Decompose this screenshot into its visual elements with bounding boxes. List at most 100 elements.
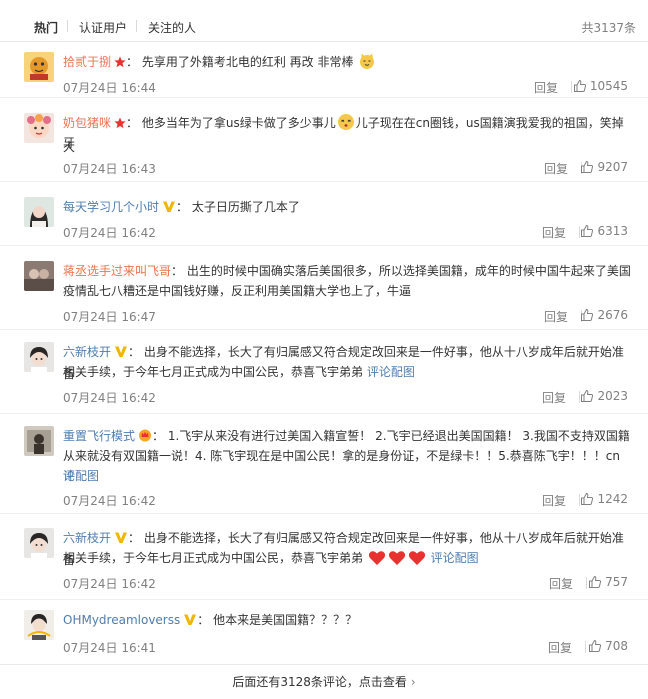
comment-content: 每天学习几个小时 ： 太子日历撕了几本了 — [63, 197, 300, 219]
like-button[interactable]: 9207 — [580, 160, 628, 174]
like-count: 708 — [605, 639, 628, 653]
like-button[interactable]: 757 — [588, 575, 628, 589]
comment-time: 07月24日 16:47 — [63, 310, 156, 324]
comment-item: 拾贰于捌 ： 先享用了外籍考北电的红利 再改 非常棒 07月24日 16:44 回… — [0, 42, 648, 98]
colon: ： — [128, 345, 141, 359]
tab-following[interactable]: 关注的人 — [148, 19, 196, 36]
thumbs-up-icon — [573, 79, 586, 92]
comment-content-continued: 从来就没有双国籍一说！4. 陈飞宇现在是中国公民！拿的是身份证，不是绿卡！！5.… — [63, 446, 631, 486]
comment-text-continued: 牙 — [63, 136, 76, 150]
thumbs-up-icon — [589, 575, 602, 588]
username-link[interactable]: 重置飞行模式 — [63, 429, 135, 443]
like-button[interactable]: 2023 — [580, 389, 628, 403]
username-link[interactable]: 拾贰于捌 — [63, 55, 111, 69]
thumbs-up-icon — [581, 389, 594, 402]
tab-verified-users[interactable]: 认证用户 — [79, 19, 127, 36]
verified-v-icon — [114, 530, 128, 550]
colon: ： — [126, 116, 139, 130]
comment-item: OHMydreamloverss ： 他本来是美国国籍？？？？ 07月24日 16… — [0, 600, 648, 664]
avatar[interactable] — [24, 113, 54, 143]
tab-divider — [67, 20, 68, 32]
colon: ： — [152, 429, 165, 443]
crown-badge-icon — [138, 428, 152, 448]
load-more-comments-button[interactable]: 后面还有3128条评论，点击查看 › — [0, 664, 648, 699]
thumbs-up-icon — [581, 308, 594, 321]
comment-item: 每天学习几个小时 ： 太子日历撕了几本了 07月24日 16:42 回复 6313 — [0, 182, 648, 246]
verified-v-icon — [183, 612, 197, 632]
avatar[interactable] — [24, 52, 54, 82]
verified-v-icon — [162, 199, 176, 219]
thumbs-up-icon — [589, 639, 602, 652]
avatar[interactable] — [24, 610, 54, 640]
username-link[interactable]: 每天学习几个小时 — [63, 200, 159, 214]
comment-time: 07月24日 16:41 — [63, 641, 156, 655]
tab-divider — [136, 20, 137, 32]
comment-content: 重置飞行模式 ： 1.飞宇从来没有进行过美国入籍宣誓！ 2.飞宇已经退出美国国籍！… — [63, 426, 631, 448]
colon: ： — [176, 200, 189, 214]
like-count: 2023 — [597, 389, 628, 403]
avatar[interactable] — [24, 528, 54, 558]
username-link[interactable]: 蒋丞选手过来叫飞哥 — [63, 264, 171, 278]
star-badge-icon — [114, 54, 126, 74]
comment-content: 奶包猪咪： 他多当年为了拿us绿卡做了多少事儿 儿子现在在cn圈钱，us国籍演我爱… — [63, 113, 631, 157]
reply-button[interactable]: 回复 — [542, 224, 566, 241]
thumbs-up-icon — [581, 224, 594, 237]
like-button[interactable]: 2676 — [580, 308, 628, 322]
avatar[interactable] — [24, 261, 54, 291]
comment-item: 六新枝开： 出身不能选择，长大了有归属感又符合规定改回来是一件好事，他从十八岁成… — [0, 514, 648, 600]
username-link[interactable]: 六新枝开 — [63, 345, 111, 359]
like-button[interactable]: 1242 — [580, 492, 628, 506]
like-button[interactable]: 6313 — [580, 224, 628, 238]
like-button[interactable]: 10545 — [573, 79, 628, 93]
comment-text: 太子日历撕了几本了 — [191, 200, 300, 214]
comment-time: 07月24日 16:42 — [63, 391, 156, 405]
chevron-right-icon: › — [410, 675, 416, 689]
heart-icon — [408, 550, 426, 572]
username-link[interactable]: OHMydreamloverss — [63, 613, 180, 627]
reply-button[interactable]: 回复 — [548, 639, 572, 656]
load-more-label: 后面还有3128条评论，点击查看 — [232, 675, 407, 689]
like-count: 757 — [605, 575, 628, 589]
reply-button[interactable]: 回复 — [549, 575, 573, 592]
cat-face-emoji-icon — [358, 52, 376, 76]
reply-button[interactable]: 回复 — [544, 160, 568, 177]
like-count: 6313 — [597, 224, 628, 238]
comment-image-link[interactable]: 评论配图 — [367, 365, 415, 379]
comment-item: 奶包猪咪： 他多当年为了拿us绿卡做了多少事儿 儿子现在在cn圈钱，us国籍演我爱… — [0, 98, 648, 182]
comment-image-link[interactable]: 评论配图 — [431, 551, 479, 565]
like-count: 2676 — [597, 308, 628, 322]
comment-time: 07月24日 16:43 — [63, 162, 156, 176]
action-divider — [585, 641, 586, 653]
comment-item: 蒋丞选手过来叫飞哥： 出生的时候中国确实落后美国很多，所以选择美国籍，成年的时候… — [0, 246, 648, 330]
like-count: 1242 — [597, 492, 628, 506]
avatar[interactable] — [24, 342, 54, 372]
avatar[interactable] — [24, 197, 54, 227]
colon: ： — [171, 264, 184, 278]
reply-button[interactable]: 回复 — [542, 492, 566, 509]
reply-button[interactable]: 回复 — [544, 308, 568, 325]
reply-button[interactable]: 回复 — [534, 79, 558, 96]
comment-time: 07月24日 16:42 — [63, 494, 156, 508]
star-badge-icon — [114, 115, 126, 135]
comment-text-continued: 疫情乱七八糟还是中国钱好赚，反正利用美国籍大学也上了，牛逼 — [63, 284, 412, 298]
comment-time: 07月24日 16:42 — [63, 226, 156, 240]
heart-icon — [368, 550, 386, 572]
comment-text: 从来就没有双国籍一说！4. 陈飞宇现在是中国公民！拿的是身份证，不是绿卡！！5.… — [63, 449, 620, 463]
comment-filter-bar: 热门 认证用户 关注的人 共3137条 — [0, 0, 648, 42]
comment-content: OHMydreamloverss ： 他本来是美国国籍？？？？ — [63, 610, 357, 632]
action-divider — [586, 577, 587, 589]
comment-image-link[interactable]: 论配图 — [63, 469, 99, 483]
comment-text: 出生的时候中国确实落后美国很多，所以选择美国籍，成年的时候中国牛起来了美国 — [186, 264, 631, 278]
username-link[interactable]: 奶包猪咪 — [63, 116, 111, 130]
username-link[interactable]: 六新枝开 — [63, 531, 111, 545]
like-button[interactable]: 708 — [588, 639, 628, 653]
comment-text: 相关手续，于今年七月正式成为中国公民，恭喜飞宇弟弟 — [63, 365, 364, 379]
avatar[interactable] — [24, 426, 54, 456]
comment-content: 拾贰于捌 ： 先享用了外籍考北电的红利 再改 非常棒 — [63, 52, 377, 76]
reply-button[interactable]: 回复 — [542, 389, 566, 406]
comment-content-continued: 论配图 — [63, 466, 99, 486]
like-count: 10545 — [589, 79, 628, 93]
tab-hot[interactable]: 热门 — [34, 19, 58, 36]
comment-time: 07月24日 16:42 — [63, 577, 156, 591]
comment-text: 他多当年为了拿us绿卡做了多少事儿 — [141, 116, 336, 130]
